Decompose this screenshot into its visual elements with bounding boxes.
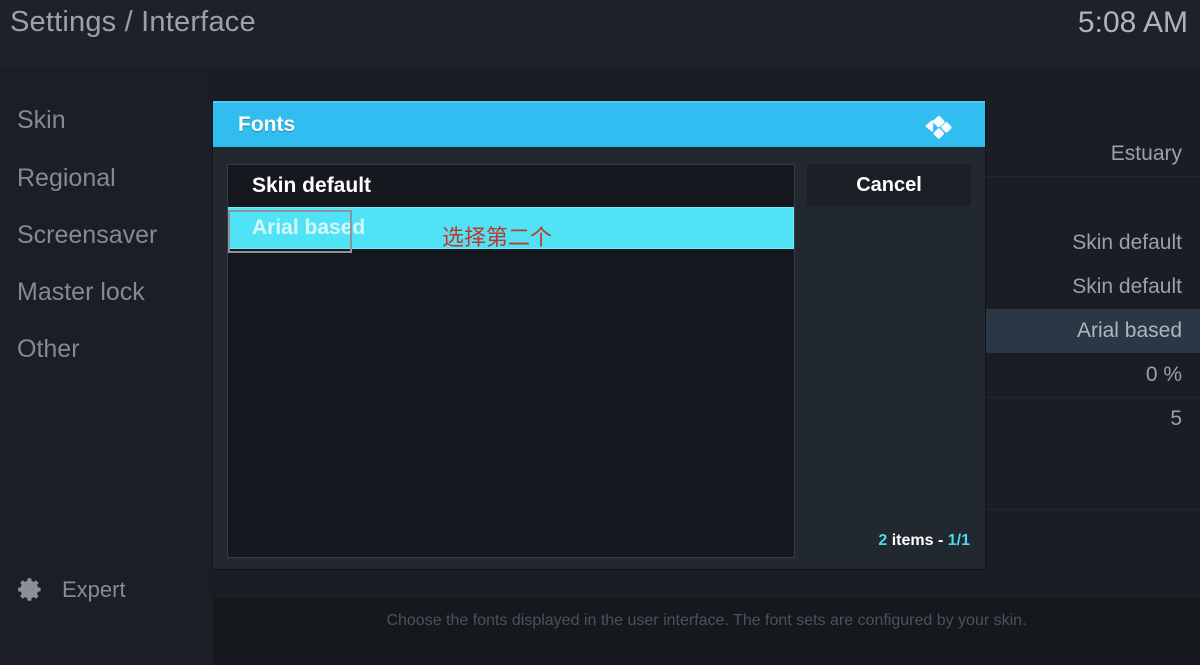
sidebar-item-skin[interactable]: Skin (17, 106, 66, 135)
dialog-header: Fonts (213, 101, 985, 147)
top-bar: Settings / Interface 5:08 AM (0, 0, 1200, 68)
category-sidebar: Skin Regional Screensaver Master lock Ot… (0, 68, 213, 665)
kodi-logo-icon (922, 112, 956, 142)
fonts-dialog: Fonts Skin default Arial based Cancel 2 … (213, 101, 985, 569)
items-count-number: 2 (878, 532, 888, 549)
dialog-title: Fonts (238, 113, 296, 136)
sidebar-item-other[interactable]: Other (17, 335, 80, 364)
setting-value: Skin default (1072, 231, 1182, 254)
gear-icon (17, 576, 44, 603)
cancel-button[interactable]: Cancel (807, 164, 971, 206)
sidebar-item-master-lock[interactable]: Master lock (17, 278, 145, 307)
clock: 5:08 AM (1077, 6, 1188, 39)
sidebar-item-screensaver[interactable]: Screensaver (17, 221, 157, 250)
kodi-settings-screen: Settings / Interface 5:08 AM Skin Region… (0, 0, 1200, 665)
annotation-text: 选择第二个 (442, 226, 553, 251)
dialog-right-column: Cancel 2 items - 1/1 (807, 164, 971, 558)
setting-value: Estuary (1110, 142, 1182, 165)
page-title: Settings / Interface (10, 6, 256, 38)
setting-value: 0 % (1145, 363, 1182, 386)
settings-level-label: Expert (62, 576, 126, 602)
list-item-label: Skin default (252, 174, 372, 197)
setting-value: Arial based (1076, 319, 1182, 342)
help-text: Choose the fonts displayed in the user i… (386, 612, 1027, 629)
list-item-skin-default[interactable]: Skin default (228, 165, 794, 207)
items-count-page: 1/1 (947, 532, 970, 549)
items-count-middle: items - (887, 532, 948, 549)
setting-value: Skin default (1072, 275, 1182, 298)
items-count: 2 items - 1/1 (878, 532, 970, 550)
setting-value: 5 (1170, 407, 1182, 430)
annotation-highlight-box (228, 210, 352, 253)
cancel-button-label: Cancel (856, 173, 922, 196)
settings-level-button[interactable]: Expert (17, 576, 126, 603)
help-bar: Choose the fonts displayed in the user i… (213, 598, 1200, 665)
sidebar-item-regional[interactable]: Regional (17, 164, 116, 193)
